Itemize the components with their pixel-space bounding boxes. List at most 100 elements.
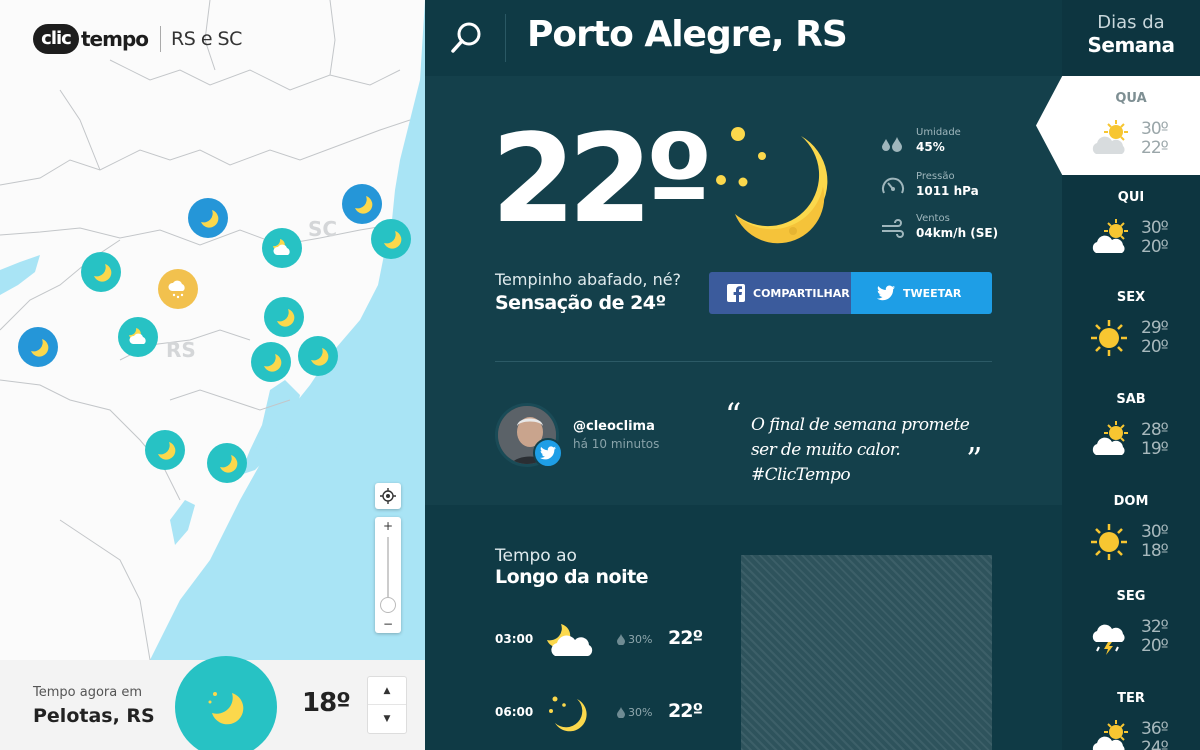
locate-button[interactable] xyxy=(375,483,401,509)
moon-icon xyxy=(220,455,238,473)
feels-like: Sensação de 24º xyxy=(495,292,666,314)
storm-icon xyxy=(1092,624,1125,655)
moon-icon xyxy=(549,696,587,732)
location-stepper: ▲ ▼ xyxy=(367,676,407,734)
current-location-city: Pelotas, RS xyxy=(33,705,155,727)
hour-time: 06:00 xyxy=(495,705,534,719)
moon-cloud-icon xyxy=(273,239,290,255)
next-location-button[interactable]: ▼ xyxy=(368,705,406,733)
snow-cloud-icon xyxy=(168,280,185,299)
map-marker-moon-cloud[interactable] xyxy=(262,228,302,268)
zoom-slider-thumb[interactable] xyxy=(380,597,396,613)
gauge-icon xyxy=(882,177,904,194)
previous-location-button[interactable]: ▲ xyxy=(368,677,406,705)
current-temperature-large: 22º xyxy=(491,108,714,250)
share-facebook-button[interactable]: COMPARTILHAR xyxy=(709,272,851,314)
search-icon xyxy=(451,22,481,53)
day-low: 20º xyxy=(1141,636,1169,656)
map-marker-moon[interactable] xyxy=(81,252,121,292)
current-weather-badge xyxy=(175,656,277,750)
stat-label: Ventos xyxy=(916,213,950,224)
hour-temperature: 22º xyxy=(668,627,703,649)
moon-icon xyxy=(716,127,828,244)
day-high: 30º xyxy=(1141,522,1169,542)
map-marker-moon[interactable] xyxy=(18,327,58,367)
wind-icon xyxy=(882,219,904,238)
moon-icon xyxy=(277,309,295,327)
map-marker-moon[interactable] xyxy=(342,184,382,224)
day-name: SAB xyxy=(1116,392,1146,407)
map-marker-moon[interactable] xyxy=(371,219,411,259)
day-item-seg[interactable]: SEG 32º 20º xyxy=(1062,574,1200,674)
brand-logo[interactable]: clic tempo RS e SC xyxy=(33,22,242,56)
moon-cloud-icon xyxy=(547,624,593,656)
current-temperature: 18º xyxy=(302,688,351,718)
map-marker-moon-cloud[interactable] xyxy=(118,317,158,357)
droplets-icon xyxy=(882,137,902,152)
day-low: 20º xyxy=(1141,337,1169,357)
day-item-qui[interactable]: QUI 30º 20º xyxy=(1062,175,1200,275)
day-item-dom[interactable]: DOM 30º 18º xyxy=(1062,479,1200,579)
week-title-line2: Semana xyxy=(1087,33,1175,57)
city-title[interactable]: Porto Alegre, RS xyxy=(527,14,848,55)
day-name: QUA xyxy=(1115,91,1147,106)
week-title-line1: Dias da xyxy=(1097,12,1165,33)
tweet-author-handle[interactable]: @cleoclima xyxy=(573,419,655,434)
tweet-timestamp: há 10 minutos xyxy=(573,437,660,451)
crosshair-icon xyxy=(380,488,396,504)
map-marker-snow-cloud[interactable] xyxy=(158,269,198,309)
sun-icon xyxy=(1091,320,1127,356)
day-name: QUI xyxy=(1117,190,1145,205)
day-low: 24º xyxy=(1141,738,1169,750)
facebook-icon xyxy=(727,284,745,302)
share-twitter-button[interactable]: TWEETAR xyxy=(851,272,992,314)
week-panel: Dias da Semana QUA 30º 22º QUI 30º 20º S… xyxy=(1036,0,1200,750)
map-panel[interactable]: clic tempo RS e SC SC RS + − Tempo agora… xyxy=(0,0,425,750)
day-item-qua[interactable]: QUA 30º 22º xyxy=(1062,76,1200,176)
map-marker-moon[interactable] xyxy=(188,198,228,238)
quote-open-mark: “ xyxy=(725,396,742,434)
zoom-in-button[interactable]: + xyxy=(375,517,401,535)
night-title-line2: Longo da noite xyxy=(495,566,649,588)
night-chart-placeholder xyxy=(741,555,992,750)
moon-icon xyxy=(94,264,112,282)
zoom-out-button[interactable]: − xyxy=(375,615,401,633)
header: Porto Alegre, RS xyxy=(425,0,1062,76)
rain-chance: 30% xyxy=(628,706,653,719)
stat-label: Pressão xyxy=(916,171,955,182)
map-marker-moon[interactable] xyxy=(207,443,247,483)
sun-cloud-icon xyxy=(1092,421,1128,455)
moon-icon xyxy=(31,339,49,357)
moon-icon xyxy=(208,692,244,725)
rain-chance: 30% xyxy=(628,633,653,646)
map-marker-moon[interactable] xyxy=(298,336,338,376)
map-controls: + − xyxy=(375,483,401,633)
twitter-icon xyxy=(877,285,895,301)
stat-value: 04km/h (SE) xyxy=(916,226,999,240)
moon-icon xyxy=(158,442,176,460)
map-marker-moon[interactable] xyxy=(251,342,291,382)
day-item-sab[interactable]: SAB 28º 19º xyxy=(1062,377,1200,477)
day-high: 32º xyxy=(1141,617,1169,637)
day-item-ter[interactable]: TER 36º 24º xyxy=(1062,676,1200,750)
moon-icon xyxy=(264,354,282,372)
day-low: 20º xyxy=(1141,237,1169,257)
current-location-bar: Tempo agora em Pelotas, RS 18º ▲ ▼ xyxy=(0,656,425,750)
quote-close-mark: ” xyxy=(966,440,983,478)
moon-icon xyxy=(201,210,219,228)
stat-value: 45% xyxy=(916,140,945,154)
day-name: DOM xyxy=(1113,494,1149,509)
sun-cloud-icon xyxy=(1092,219,1128,253)
sun-icon xyxy=(1091,524,1127,560)
map-marker-moon[interactable] xyxy=(145,430,185,470)
day-low: 19º xyxy=(1141,439,1169,459)
day-item-sex[interactable]: SEX 29º 20º xyxy=(1062,275,1200,375)
region-map[interactable] xyxy=(0,0,425,660)
sun-cloud-icon xyxy=(1092,720,1128,750)
feel-caption: Tempinho abafado, né? xyxy=(495,270,682,289)
zoom-control: + − xyxy=(375,517,401,633)
state-label-sc: SC xyxy=(308,217,338,241)
section-divider xyxy=(495,361,992,362)
search-button[interactable] xyxy=(449,20,483,56)
map-marker-moon[interactable] xyxy=(264,297,304,337)
